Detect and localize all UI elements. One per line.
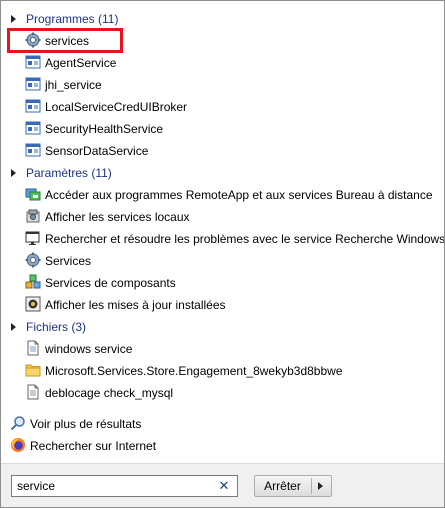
app-window-icon [25,99,41,113]
result-item-installed-updates[interactable]: Afficher les mises à jour installées [25,294,226,316]
result-label: Services de composants [45,276,176,290]
see-more-results-link[interactable]: Voir plus de résultats [10,414,141,434]
result-label: Accéder aux programmes RemoteApp et aux … [45,188,433,202]
troubleshoot-icon [25,231,40,245]
group-header-parametres[interactable]: Paramètres (11) [11,164,112,182]
result-item-sensordataservice[interactable]: SensorDataService [25,140,148,162]
search-box[interactable]: ✕ [11,475,238,497]
document-icon [27,340,39,356]
result-label: SecurityHealthService [45,122,164,136]
results-panel: Programmes (11) services AgentService jh… [1,1,444,461]
result-item-services-setting[interactable]: Services [25,250,91,272]
highlight-box [7,28,123,53]
group-title: Programmes (11) [26,12,119,26]
collapse-arrow-icon [11,169,16,177]
link-label: Rechercher sur Internet [30,439,157,453]
app-window-icon [25,143,41,157]
group-header-programmes[interactable]: Programmes (11) [11,10,118,28]
result-label: Services [45,254,92,268]
app-window-icon [25,55,41,69]
result-item-agentservice[interactable]: AgentService [25,52,116,74]
group-header-fichiers[interactable]: Fichiers (3) [11,318,86,336]
firefox-icon [11,438,25,452]
collapse-arrow-icon [11,323,16,331]
services-gear-icon [25,252,41,268]
result-item-windows-service[interactable]: windows service [25,338,132,360]
collapse-arrow-icon [11,15,16,23]
admin-tools-icon [26,209,40,223]
search-bar: ✕ Arrêter [1,463,444,507]
result-item-remoteapp[interactable]: Accéder aux programmes RemoteApp et aux … [25,184,433,206]
app-window-icon [25,121,41,135]
link-label: Voir plus de résultats [30,417,142,431]
result-label: SensorDataService [45,144,149,158]
right-arrow-icon[interactable] [318,482,323,490]
stop-button-label[interactable]: Arrêter [255,476,310,496]
result-item-securityhealthservice[interactable]: SecurityHealthService [25,118,163,140]
result-label: Microsoft.Services.Store.Engagement_8wek… [45,364,343,378]
result-label: Afficher les services locaux [45,210,190,224]
result-item-localservicecreduibroker[interactable]: LocalServiceCredUIBroker [25,96,187,118]
result-label: deblocage check_mysql [45,386,174,400]
start-menu-search-results: Programmes (11) services AgentService jh… [0,0,445,508]
stop-split-button[interactable]: Arrêter [254,475,332,497]
result-item-store-engagement-folder[interactable]: Microsoft.Services.Store.Engagement_8wek… [25,360,343,382]
result-label: LocalServiceCredUIBroker [45,100,188,114]
component-services-icon [25,274,41,289]
result-label: Rechercher et résoudre les problèmes ave… [45,232,445,246]
result-label: windows service [45,342,133,356]
search-internet-link[interactable]: Rechercher sur Internet [10,436,156,456]
result-label: jhi_service [45,78,102,92]
search-input[interactable] [17,478,207,494]
group-title: Paramètres (11) [26,166,112,180]
result-label: AgentService [45,56,117,70]
folder-icon [25,364,41,377]
result-label: Afficher les mises à jour installées [45,298,226,312]
result-item-troubleshoot-search[interactable]: Rechercher et résoudre les problèmes ave… [25,228,445,250]
remote-desktop-icon [25,188,41,201]
result-item-jhi-service[interactable]: jhi_service [25,74,102,96]
app-window-icon [25,77,41,91]
result-item-deblocage-check-mysql[interactable]: deblocage check_mysql [25,382,173,404]
installed-updates-icon [25,296,41,312]
magnifier-icon [10,416,25,431]
document-icon [27,384,39,400]
group-title: Fichiers (3) [26,320,87,334]
button-divider [311,478,312,494]
result-item-component-services[interactable]: Services de composants [25,272,176,294]
result-item-local-services[interactable]: Afficher les services locaux [25,206,190,228]
clear-search-icon[interactable]: ✕ [217,478,231,494]
